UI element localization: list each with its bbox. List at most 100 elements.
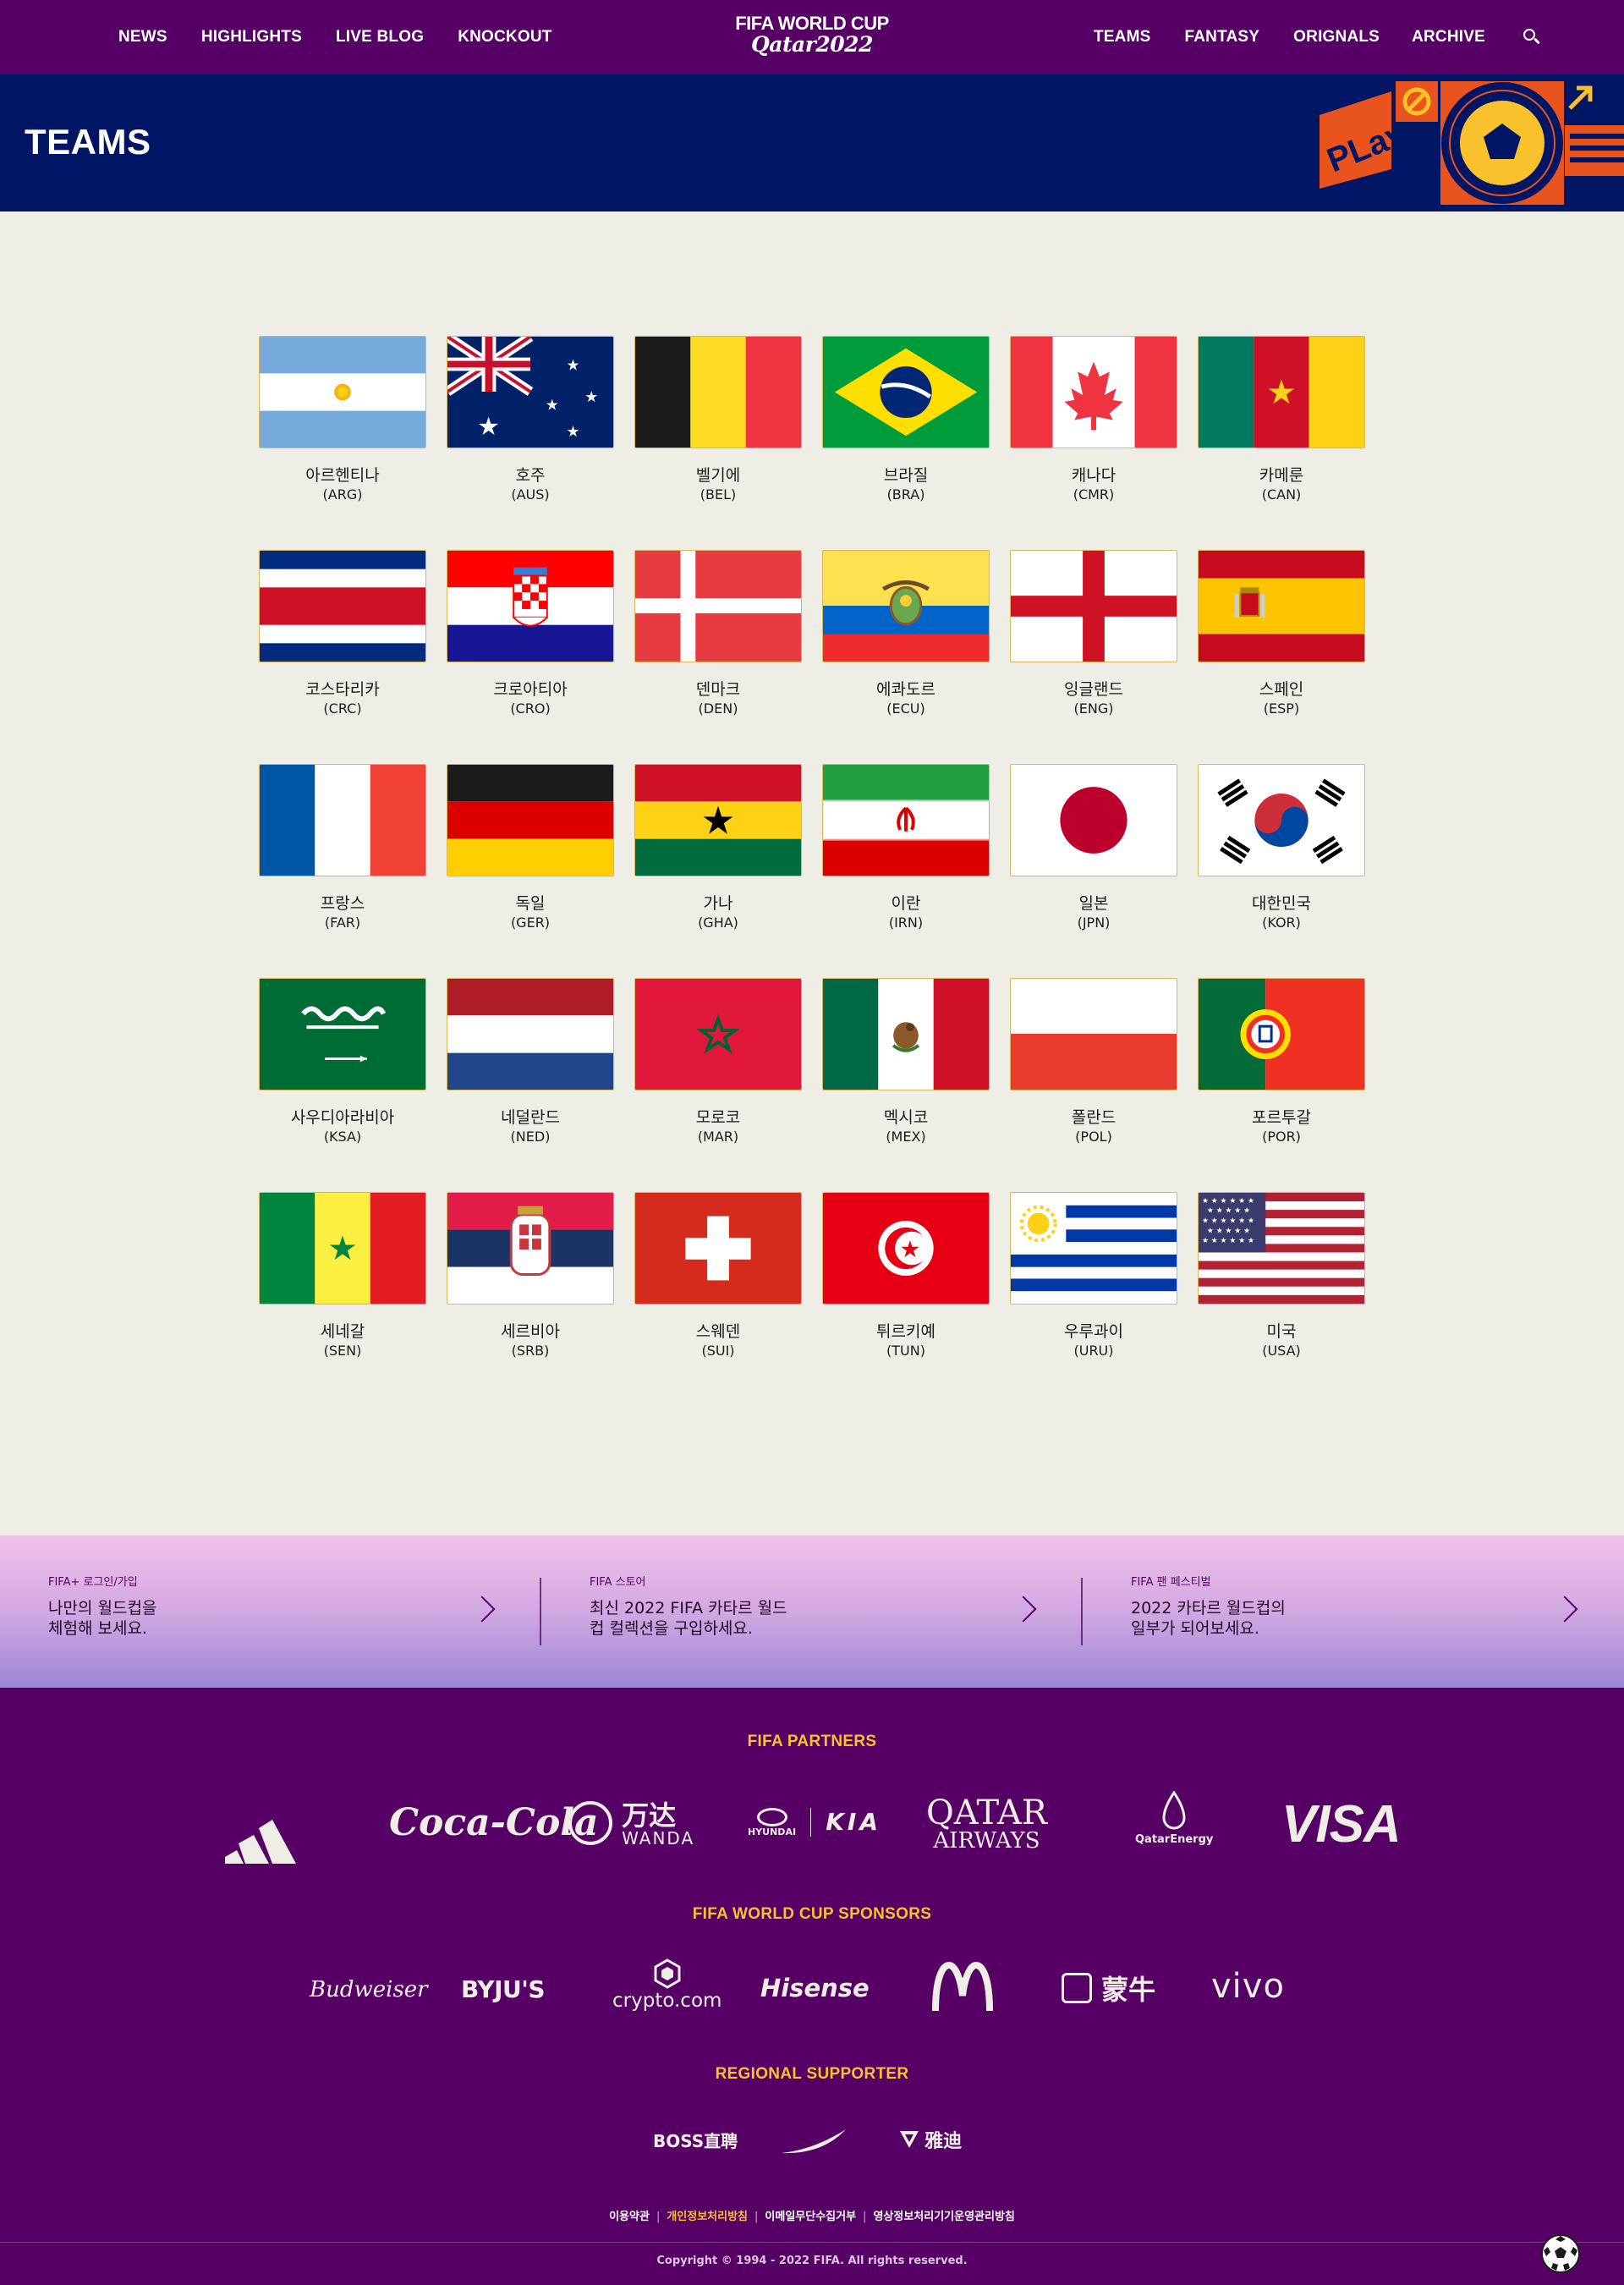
cocacola-logo[interactable]: Coca-Cola — [389, 1801, 599, 1844]
svg-text:★: ★ — [701, 799, 736, 843]
team-card[interactable]: 아르헨티나 (ARG) — [259, 336, 426, 550]
wanda-logo[interactable]: 万达 WANDA — [568, 1801, 694, 1847]
visa-logo[interactable]: VISA — [1281, 1794, 1402, 1854]
yadea-logo[interactable]: 雅迪 — [898, 2126, 962, 2153]
team-card[interactable]: 일본 (JPN) — [1010, 764, 1177, 978]
team-name: 독일 — [515, 894, 546, 913]
team-name: 사우디아라비아 — [290, 1108, 395, 1127]
drop-icon — [1162, 1790, 1186, 1830]
team-name: 멕시코 — [883, 1108, 929, 1127]
fine-logo[interactable]: fine — [780, 2124, 848, 2161]
nav-highlights-link[interactable]: HIGHLIGHTS — [201, 28, 302, 47]
team-card[interactable]: 브라질 (BRA) — [822, 336, 990, 550]
qatarenergy-logo[interactable]: QatarEnergy — [1135, 1790, 1214, 1847]
world-cup-logo[interactable]: FIFA WORLD CUP Qatar2022 — [727, 14, 897, 56]
team-name: 대한민국 — [1252, 894, 1311, 913]
brazil-flag — [822, 336, 990, 448]
team-card[interactable]: 스페인 (ESP) — [1198, 550, 1365, 764]
nav-news-link[interactable]: NEWS — [118, 28, 167, 47]
cctv-policy-link[interactable]: 영상정보처리기기운영관리방침 — [873, 2211, 1014, 2223]
promo-tag: FIFA 스토어 — [590, 1576, 646, 1589]
team-code: (FAR) — [324, 915, 361, 931]
team-card[interactable]: ★ 세네갈 (SEN) — [259, 1192, 426, 1406]
boss-zhipin-logo[interactable]: BOSS直聘 — [653, 2128, 738, 2152]
budweiser-logo[interactable]: Budweiser — [310, 1977, 428, 2002]
team-card[interactable]: ★ ★ ★ ★ ★ ★ ★ ★ ★ ★ ★ ★ ★ ★ ★ ★ ★ ★ ★ ★ ★ ★… — [1198, 1192, 1365, 1406]
svg-text:★ ★ ★ ★ ★ ★: ★ ★ ★ ★ ★ ★ — [1202, 1217, 1254, 1225]
nav-left: NEWS HIGHLIGHTS LIVE BLOG KNOCKOUT — [118, 0, 586, 74]
team-card[interactable]: 코스타리카 (CRC) — [259, 550, 426, 764]
nav-archive-link[interactable]: ARCHIVE — [1412, 28, 1485, 47]
hisense-logo[interactable]: Hisense — [760, 1974, 870, 2002]
yadea-text: 雅迪 — [924, 2131, 963, 2152]
team-name: 크로아티아 — [493, 680, 568, 699]
terms-link[interactable]: 이용약관 — [609, 2211, 650, 2223]
promo-tag: FIFA+ 로그인/가입 — [48, 1576, 138, 1589]
team-card[interactable]: 폴란드 (POL) — [1010, 978, 1177, 1192]
teams-banner: TEAMS PLay — [0, 74, 1624, 211]
team-card[interactable]: ★ 가나 (GHA) — [634, 764, 802, 978]
team-code: (SRB) — [511, 1343, 550, 1359]
qatar-airways-logo[interactable]: QATAR AIRWAYS — [926, 1796, 1047, 1852]
nav-teams-link[interactable]: TEAMS — [1094, 28, 1151, 47]
cameroon-flag: ★ — [1198, 336, 1365, 448]
team-code: (AUS) — [511, 486, 550, 503]
team-card[interactable]: 스웨덴 (SUI) — [634, 1192, 802, 1406]
hyundai-kia-logo[interactable]: HYUNDAI KIA — [748, 1808, 881, 1838]
kia-text: KIA — [826, 1808, 882, 1836]
team-card[interactable]: ★ 카메룬 (CAN) — [1198, 336, 1365, 550]
team-card[interactable]: 네덜란드 (NED) — [447, 978, 614, 1192]
svg-text:★: ★ — [546, 398, 559, 415]
team-card[interactable]: 크로아티아 (CRO) — [447, 550, 614, 764]
team-card[interactable]: 에콰도르 (ECU) — [822, 550, 990, 764]
team-card[interactable]: 이란 (IRN) — [822, 764, 990, 978]
promo-strip: FIFA+ 로그인/가입 나만의 월드컵을 체험해 보세요. FIFA 스토어 … — [0, 1535, 1624, 1688]
tunisia-flag: ★ — [822, 1192, 990, 1305]
team-code: (SUI) — [701, 1343, 735, 1359]
soccer-ball-icon[interactable] — [1540, 2233, 1581, 2274]
promo-store-card[interactable]: FIFA 스토어 최신 2022 FIFA 카타르 월드컵 컬렉션을 구입하세요… — [590, 1535, 1063, 1688]
nav-fantasy-link[interactable]: FANTASY — [1185, 28, 1260, 47]
svg-text:★: ★ — [566, 357, 579, 374]
team-card[interactable]: 사우디아라비아 (KSA) — [259, 978, 426, 1192]
team-card[interactable]: 모로코 (MAR) — [634, 978, 802, 1192]
mcdonalds-logo[interactable] — [932, 1962, 993, 2013]
chevron-right-icon — [1010, 1596, 1037, 1623]
team-card[interactable]: ★ 튀르키예 (TUN) — [822, 1192, 990, 1406]
team-card[interactable]: 세르비아 (SRB) — [447, 1192, 614, 1406]
team-card[interactable]: 프랑스 (FAR) — [259, 764, 426, 978]
adidas-logo[interactable] — [225, 1798, 326, 1865]
saudi-arabia-flag — [259, 978, 426, 1090]
mengniu-logo[interactable]: 蒙牛 — [1062, 1969, 1155, 2008]
team-code: (POL) — [1075, 1129, 1112, 1145]
email-refusal-link[interactable]: 이메일무단수집거부 — [765, 2211, 856, 2223]
team-card[interactable]: 포르투갈 (POR) — [1198, 978, 1365, 1192]
team-card[interactable]: ★ ★ ★ ★ ★ 호주 (AUS) — [447, 336, 614, 550]
team-card[interactable]: 벨기에 (BEL) — [634, 336, 802, 550]
crypto-com-logo[interactable]: crypto.com — [612, 1958, 721, 2013]
mengniu-text: 蒙牛 — [1101, 1974, 1156, 2006]
team-card[interactable]: 잉글랜드 (ENG) — [1010, 550, 1177, 764]
nav-knockout-link[interactable]: KNOCKOUT — [458, 28, 551, 47]
team-card[interactable]: 덴마크 (DEN) — [634, 550, 802, 764]
vivo-logo[interactable]: vivo — [1211, 1967, 1285, 2006]
team-name: 스페인 — [1259, 680, 1304, 699]
team-card[interactable]: 캐나다 (CMR) — [1010, 336, 1177, 550]
nav-live-blog-link[interactable]: LIVE BLOG — [336, 28, 424, 47]
promo-fan-festival-card[interactable]: FIFA 팬 페스티벌 2022 카타르 월드컵의 일부가 되어보세요. — [1131, 1535, 1605, 1688]
qatarenergy-text: QatarEnergy — [1135, 1833, 1214, 1846]
byjus-logo[interactable]: BYJU'S — [461, 1975, 545, 2003]
privacy-policy-link[interactable]: 개인정보처리방침 — [667, 2211, 748, 2223]
team-code: (CRO) — [510, 700, 551, 717]
promo-fifa-plus-card[interactable]: FIFA+ 로그인/가입 나만의 월드컵을 체험해 보세요. — [48, 1535, 522, 1688]
team-card[interactable]: 우루과이 (URU) — [1010, 1192, 1177, 1406]
team-card[interactable]: 대한민국 (KOR) — [1198, 764, 1365, 978]
nav-originals-link[interactable]: ORIGNALS — [1293, 28, 1380, 47]
crypto-com-text: crypto.com — [612, 1990, 722, 2012]
team-card[interactable]: 멕시코 (MEX) — [822, 978, 990, 1192]
search-icon[interactable] — [1522, 28, 1541, 47]
team-code: (NED) — [510, 1129, 551, 1145]
team-card[interactable]: 독일 (GER) — [447, 764, 614, 978]
team-name: 세네갈 — [320, 1322, 365, 1341]
netherlands-flag — [447, 978, 614, 1090]
